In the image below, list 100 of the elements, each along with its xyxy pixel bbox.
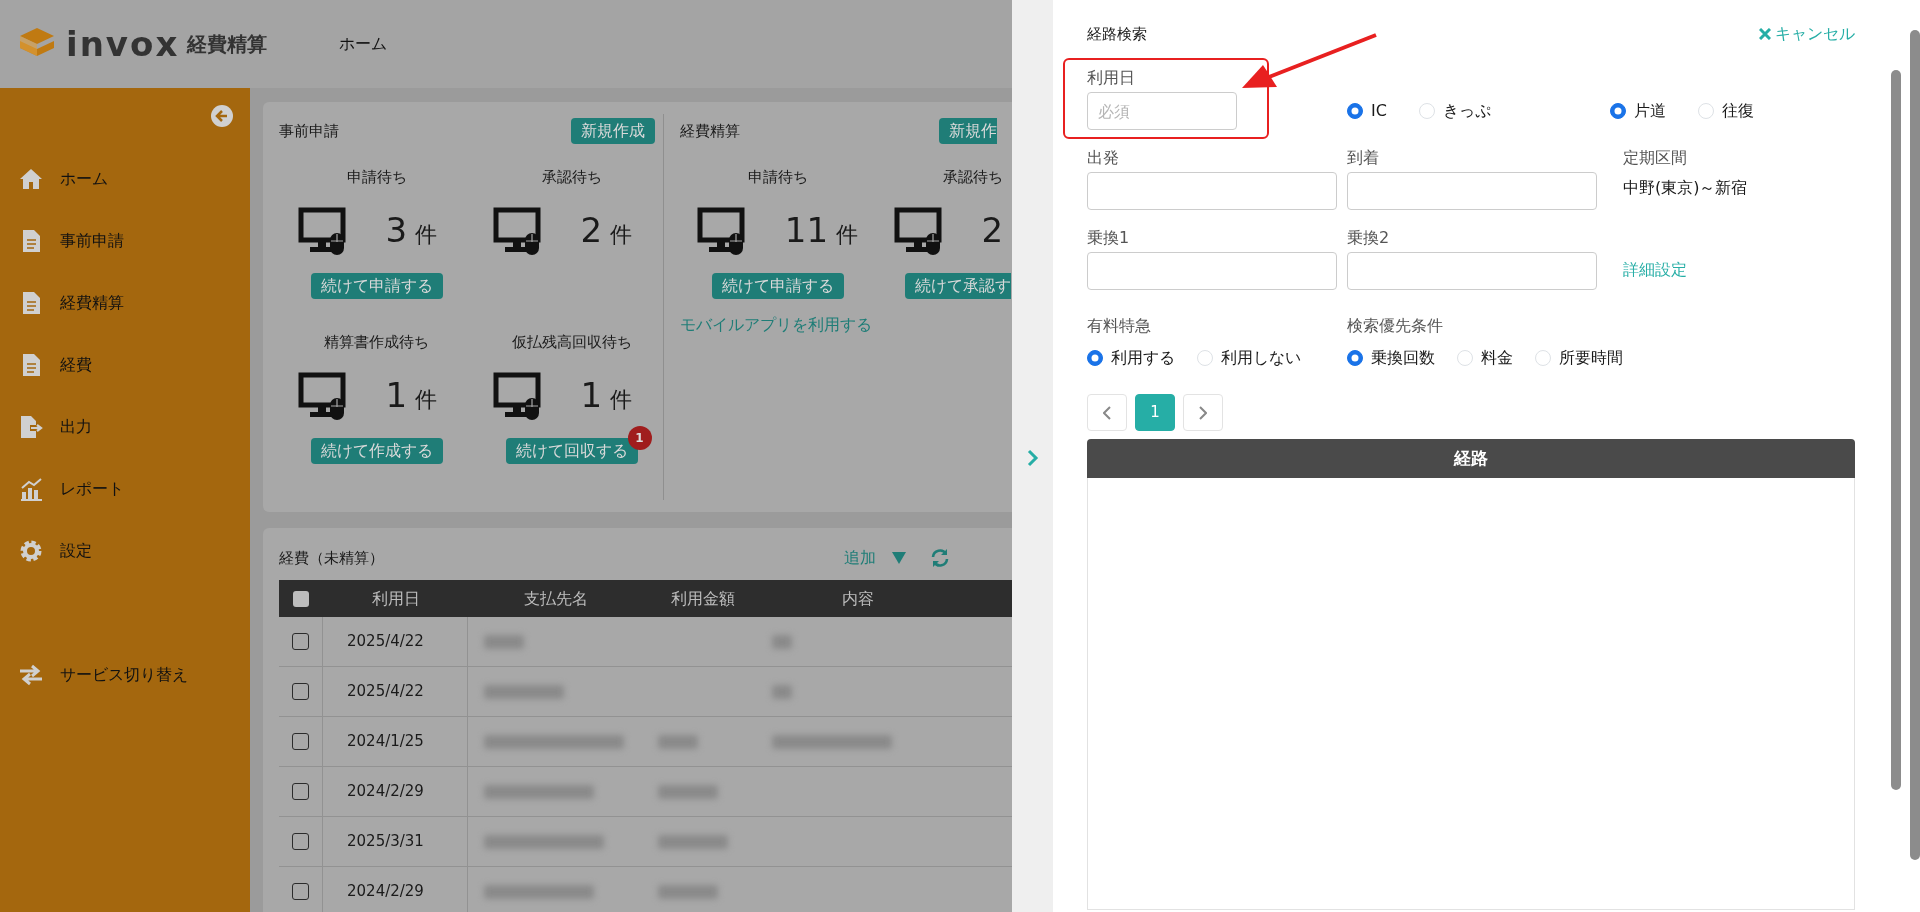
date-cell-text: 2024/2/29 <box>347 881 424 903</box>
row-checkbox[interactable] <box>292 633 309 650</box>
dropdown-icon[interactable] <box>892 552 906 564</box>
next-page-button[interactable] <box>1183 394 1223 431</box>
radio-label: IC <box>1371 100 1387 122</box>
select-all-checkbox[interactable] <box>293 590 309 607</box>
column-header: 利用金額 <box>670 587 736 610</box>
stat-label: 承認待ち <box>541 167 602 189</box>
sidebar-item[interactable]: 出力 <box>60 415 92 439</box>
monitor-icon <box>492 371 541 420</box>
stat-unit: 件 <box>836 221 859 250</box>
field-label: 利用日 <box>1087 67 1135 89</box>
date-cell-text: 2025/4/22 <box>347 631 424 653</box>
stat-count: 1 <box>385 374 408 418</box>
results-header: 経路 <box>1087 439 1855 478</box>
scrollbar[interactable] <box>1910 30 1920 860</box>
stat-count: 1 <box>580 374 603 418</box>
radio-button[interactable] <box>1347 103 1363 119</box>
chart-icon <box>18 476 44 502</box>
stat-label: 承認待ち <box>942 167 1003 189</box>
mobile-app-link[interactable]: モバイルアプリを利用する <box>680 313 872 338</box>
commuter-route: 中野(東京)～新宿 <box>1623 177 1748 199</box>
export-icon <box>18 414 44 440</box>
text-field[interactable] <box>1347 252 1597 290</box>
sidebar-item[interactable]: 経費 <box>60 353 92 377</box>
radio-label: 片道 <box>1634 100 1666 122</box>
scrollbar[interactable] <box>1891 70 1901 790</box>
section-title: 経費精算 <box>680 120 740 142</box>
continue-button[interactable]: 続けて承認す <box>905 272 1011 300</box>
blurred-text <box>772 684 792 699</box>
date-field[interactable]: 必須 <box>1087 92 1237 130</box>
continue-button[interactable]: 続けて申請する <box>310 272 443 300</box>
field-label: 有料特急 <box>1087 315 1152 337</box>
new-button[interactable]: 新規作成 <box>571 118 655 145</box>
date-cell-text: 2025/4/22 <box>347 681 424 703</box>
row-checkbox[interactable] <box>292 733 309 750</box>
cancel-link[interactable]: キャンセル <box>1759 22 1855 46</box>
stat-label: 申請待ち <box>346 167 407 189</box>
row-checkbox[interactable] <box>292 883 309 900</box>
continue-button[interactable]: 続けて申請する <box>711 272 844 300</box>
row-checkbox[interactable] <box>292 833 309 850</box>
nav-link[interactable]: ホーム <box>315 32 388 56</box>
new-button[interactable]: 新規作 <box>939 118 997 145</box>
collapse-icon[interactable] <box>210 104 234 128</box>
stat-unit: 件 <box>415 386 438 415</box>
sidebar-item[interactable]: 事前申請 <box>60 229 124 253</box>
notification-badge: 1 <box>627 425 652 450</box>
radio-label: 往復 <box>1722 100 1754 122</box>
stat-unit: 件 <box>610 386 633 415</box>
text-field[interactable] <box>1087 172 1337 210</box>
date-cell-text: 2024/1/25 <box>347 731 424 753</box>
radio-button[interactable] <box>1087 350 1103 366</box>
stat-label: 仮払残高回収待ち <box>511 332 632 354</box>
sidebar-item[interactable]: サービス切り替え <box>60 663 188 687</box>
stat-unit: 件 <box>415 221 438 250</box>
radio-label: 乗換回数 <box>1371 347 1435 369</box>
radio-button[interactable] <box>1347 350 1363 366</box>
monitor-icon <box>696 206 745 255</box>
blurred-text <box>658 834 728 849</box>
blurred-text <box>658 784 718 799</box>
radio-label: 利用しない <box>1221 347 1301 369</box>
section-title: 経費（未精算） <box>279 547 384 569</box>
previous-page-button[interactable] <box>1087 394 1127 431</box>
sidebar-item[interactable]: ホーム <box>60 167 108 191</box>
sidebar-item[interactable]: レポート <box>60 477 124 501</box>
column-header: 支払先名 <box>522 587 589 610</box>
field-label: 出発 <box>1087 147 1120 169</box>
logo-subtitle: 経費精算 <box>187 31 268 58</box>
radio-label: 料金 <box>1481 347 1513 369</box>
monitor-icon <box>893 206 942 255</box>
row-checkbox[interactable] <box>292 783 309 800</box>
expand-icon[interactable] <box>1026 449 1039 467</box>
blurred-text <box>484 634 524 649</box>
settings-icon <box>18 538 44 564</box>
date-cell-text: 2024/2/29 <box>347 781 424 803</box>
chevron-left-icon <box>1103 405 1111 420</box>
section-title: 事前申請 <box>279 120 339 142</box>
field-label: 定期区間 <box>1623 147 1688 169</box>
page-button[interactable]: 1 <box>1135 394 1175 431</box>
column-header: 利用日 <box>370 587 421 610</box>
sidebar-item[interactable]: 経費精算 <box>60 291 124 315</box>
column-header: 内容 <box>841 587 875 610</box>
radio-label: 利用する <box>1111 347 1175 369</box>
text-field[interactable] <box>1347 172 1597 210</box>
sidebar-item[interactable]: 設定 <box>60 539 92 563</box>
radio-button[interactable] <box>1610 103 1626 119</box>
row-checkbox[interactable] <box>292 683 309 700</box>
refresh-icon[interactable] <box>930 548 950 568</box>
stat-label: 精算書作成待ち <box>324 332 429 354</box>
continue-button[interactable]: 続けて作成する <box>310 437 443 465</box>
blurred-text <box>658 734 698 749</box>
monitor-icon <box>297 206 346 255</box>
monitor-icon <box>492 206 541 255</box>
text-field[interactable] <box>1087 252 1337 290</box>
panel-title: 経路検索 <box>1087 23 1147 45</box>
chevron-right-icon <box>1199 405 1207 420</box>
blurred-text <box>772 634 792 649</box>
add-link[interactable]: 追加 <box>844 546 876 570</box>
advanced-settings-link[interactable]: 詳細設定 <box>1623 258 1687 282</box>
stat-unit: 件 <box>610 221 633 250</box>
